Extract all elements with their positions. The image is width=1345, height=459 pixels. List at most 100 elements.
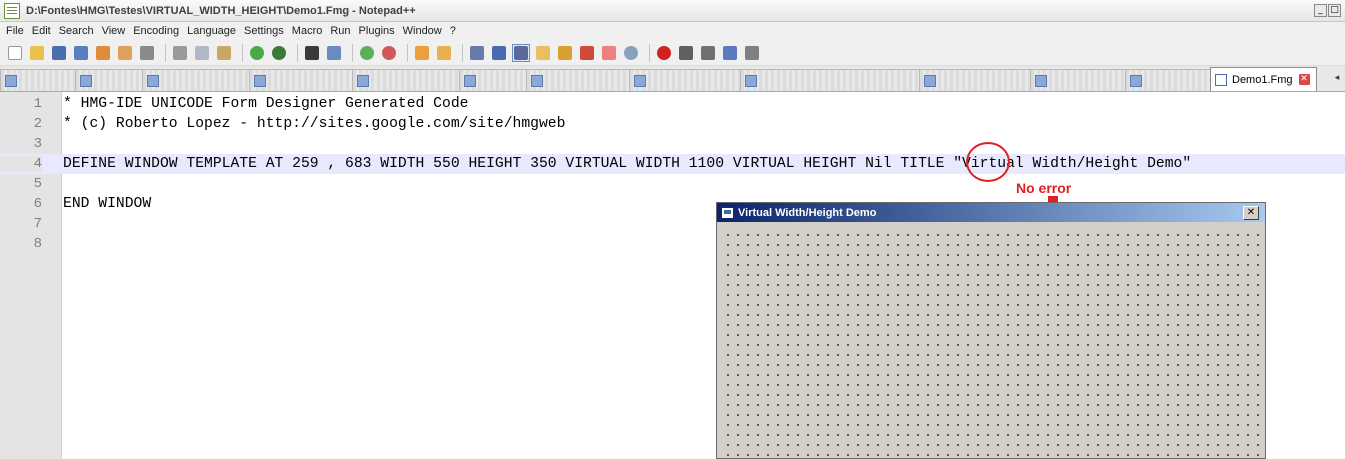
file-icon — [924, 74, 936, 87]
tab-bar: Demo1.Fmg ✕ ◂ — [0, 66, 1345, 92]
tab-file[interactable] — [740, 69, 920, 91]
sync-v-icon[interactable] — [413, 44, 431, 62]
save-all-icon[interactable] — [72, 44, 90, 62]
menu-settings[interactable]: Settings — [244, 25, 284, 37]
menu-macro[interactable]: Macro — [292, 25, 323, 37]
tab-file[interactable] — [0, 69, 76, 91]
record-icon[interactable] — [655, 44, 673, 62]
tab-label: Demo1.Fmg — [1232, 73, 1293, 86]
indent-guide-icon[interactable] — [512, 43, 530, 62]
form-title: Virtual Width/Height Demo — [738, 206, 877, 219]
tab-file[interactable] — [1030, 69, 1126, 91]
replace-icon[interactable] — [325, 44, 343, 62]
tab-file[interactable] — [249, 69, 353, 91]
file-icon — [634, 74, 646, 87]
file-icon — [80, 74, 92, 87]
code-text: * (c) Roberto Lopez - http://sites.googl… — [63, 116, 566, 132]
menu-plugins[interactable]: Plugins — [359, 25, 395, 37]
new-icon[interactable] — [6, 44, 24, 62]
highlight-circle — [966, 142, 1010, 182]
stop-icon[interactable] — [677, 44, 695, 62]
sync-h-icon[interactable] — [435, 44, 453, 62]
line-number: 4 — [0, 156, 42, 172]
code-line[interactable]: 1 * HMG-IDE UNICODE Form Designer Genera… — [0, 94, 1345, 114]
file-icon — [745, 74, 757, 87]
find-icon[interactable] — [303, 44, 321, 62]
tab-file[interactable] — [1125, 69, 1211, 91]
menu-help[interactable]: ? — [450, 25, 456, 37]
print-icon[interactable] — [138, 44, 156, 62]
file-icon — [147, 74, 159, 87]
menu-edit[interactable]: Edit — [32, 25, 51, 37]
file-icon — [357, 74, 369, 87]
toolbar-separator — [649, 43, 650, 62]
play-multi-icon[interactable] — [721, 44, 739, 62]
close-icon[interactable] — [94, 44, 112, 62]
file-icon — [5, 74, 17, 87]
save-icon[interactable] — [50, 44, 68, 62]
maximize-button[interactable]: □ — [1328, 4, 1341, 17]
menu-bar: File Edit Search View Encoding Language … — [0, 22, 1345, 40]
line-number: 7 — [33, 216, 42, 232]
open-icon[interactable] — [28, 44, 46, 62]
menu-run[interactable]: Run — [330, 25, 350, 37]
form-designer-grid[interactable] — [720, 227, 1262, 458]
zoom-out-icon[interactable] — [380, 44, 398, 62]
tab-file[interactable] — [142, 69, 250, 91]
line-number: 3 — [33, 136, 42, 152]
function-list-icon[interactable] — [556, 44, 574, 62]
doc-map-icon[interactable] — [534, 44, 552, 62]
code-line[interactable]: 3 — [0, 134, 1345, 154]
tab-file[interactable] — [629, 69, 741, 91]
file-icon — [1215, 73, 1227, 86]
cut-icon[interactable] — [171, 44, 189, 62]
toolbar-separator — [165, 43, 166, 62]
form-close-button[interactable]: ✕ — [1243, 206, 1259, 220]
menu-view[interactable]: View — [102, 25, 126, 37]
folder-icon[interactable] — [578, 44, 596, 62]
menu-search[interactable]: Search — [59, 25, 94, 37]
show-all-icon[interactable] — [490, 44, 508, 62]
wrap-icon[interactable] — [468, 44, 486, 62]
save-macro-icon[interactable] — [743, 44, 761, 62]
code-line[interactable]: 2 * (c) Roberto Lopez - http://sites.goo… — [0, 114, 1345, 134]
code-line-current[interactable]: 4 DEFINE WINDOW TEMPLATE AT 259 , 683 WI… — [0, 154, 1345, 174]
tab-demo1-fmg[interactable]: Demo1.Fmg ✕ — [1210, 67, 1317, 91]
close-all-icon[interactable] — [116, 44, 134, 62]
line-number: 5 — [33, 176, 42, 192]
annotation-label: No error — [1016, 180, 1072, 196]
menu-file[interactable]: File — [6, 25, 24, 37]
line-number: 8 — [33, 236, 42, 252]
undo-icon[interactable] — [248, 44, 266, 62]
menu-encoding[interactable]: Encoding — [133, 25, 179, 37]
tab-file[interactable] — [75, 69, 143, 91]
play-icon[interactable] — [699, 44, 717, 62]
tab-file[interactable] — [459, 69, 527, 91]
redo-icon[interactable] — [270, 44, 288, 62]
paste-icon[interactable] — [215, 44, 233, 62]
file-icon — [1130, 74, 1142, 87]
code-line[interactable]: 5 — [0, 174, 1345, 194]
zoom-in-icon[interactable] — [358, 44, 376, 62]
copy-icon[interactable] — [193, 44, 211, 62]
toolbar-separator — [352, 43, 353, 62]
window-controls: _ □ — [1314, 4, 1341, 17]
line-number: 2 — [33, 116, 42, 132]
monitor-icon[interactable] — [600, 44, 618, 62]
file-icon — [1035, 74, 1047, 87]
tab-file[interactable] — [352, 69, 460, 91]
minimize-button[interactable]: _ — [1314, 4, 1327, 17]
tab-scroll-left-icon[interactable]: ◂ — [1331, 72, 1343, 86]
file-icon — [464, 74, 476, 87]
menu-window[interactable]: Window — [403, 25, 442, 37]
code-text: * HMG-IDE UNICODE Form Designer Generate… — [63, 96, 469, 112]
menu-language[interactable]: Language — [187, 25, 236, 37]
notepadpp-icon — [4, 2, 20, 19]
close-icon[interactable]: ✕ — [1298, 74, 1310, 85]
line-number: 1 — [33, 96, 42, 112]
form-window[interactable]: Virtual Width/Height Demo ✕ — [716, 202, 1266, 459]
eye-icon[interactable] — [622, 44, 640, 62]
tab-file[interactable] — [526, 69, 630, 91]
tab-file[interactable] — [919, 69, 1031, 91]
code-text: DEFINE WINDOW TEMPLATE AT 259 , 683 WIDT… — [63, 156, 1192, 172]
